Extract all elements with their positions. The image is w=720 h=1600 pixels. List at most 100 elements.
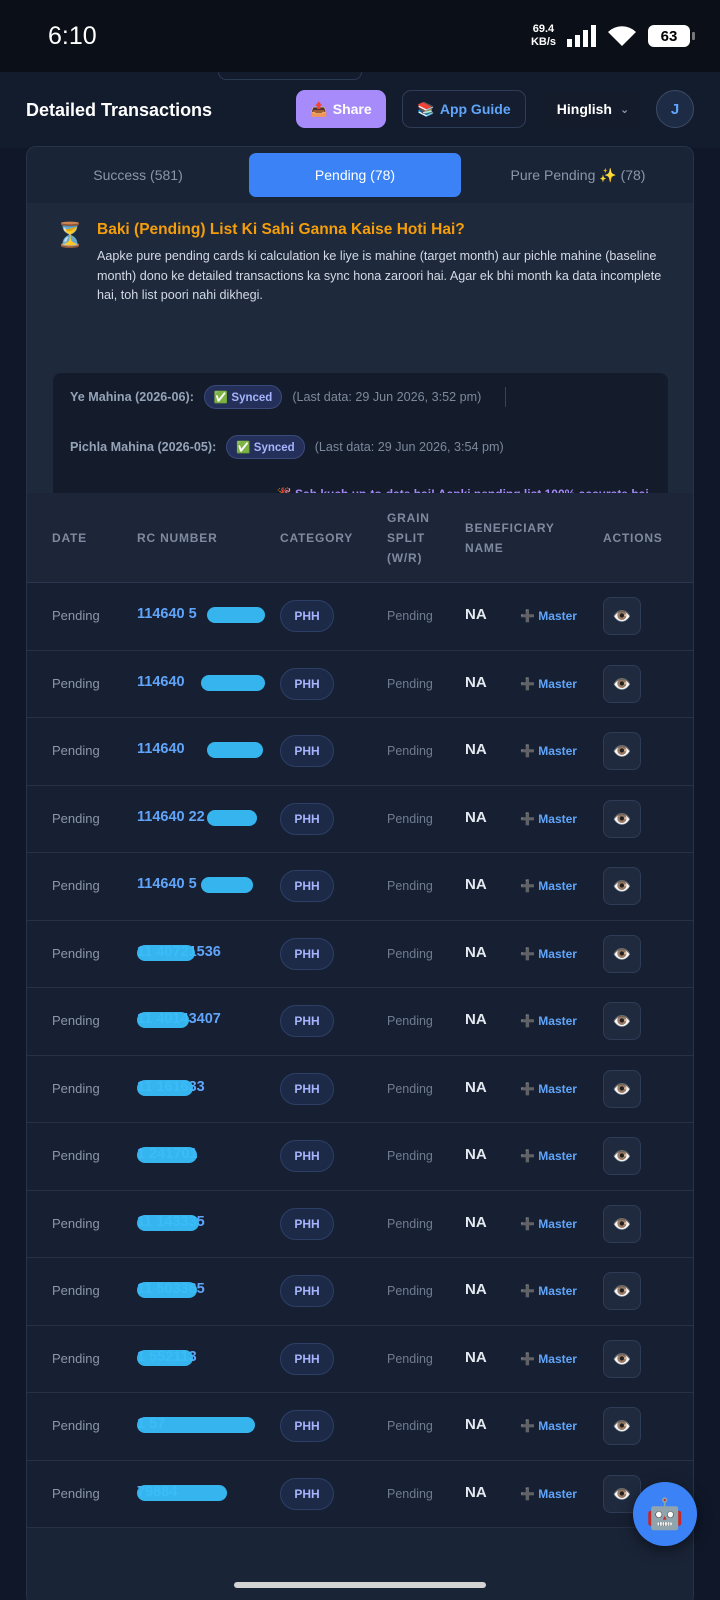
eye-icon[interactable]: 👁️ [603, 1272, 641, 1310]
rc-number-link[interactable]: 114640 5 [137, 606, 197, 622]
eye-icon[interactable]: 👁️ [603, 799, 641, 838]
category-badge: PHH [280, 937, 334, 970]
add-master-button[interactable]: ➕ Master [520, 879, 577, 893]
eye-icon[interactable]: 👁️ [603, 1137, 641, 1175]
add-master-button[interactable]: ➕ Master [520, 1419, 577, 1433]
eye-icon[interactable]: 👁️ [603, 1069, 641, 1108]
add-master-button[interactable]: ➕ Master [520, 1217, 577, 1231]
th-category: CATEGORY [280, 531, 354, 545]
sync-row-previous: Pichla Mahina (2026-05): ✅ Synced (Last … [70, 435, 504, 459]
tab-pure-pending[interactable]: Pure Pending ✨ (78) [461, 153, 693, 197]
net-speed-unit: KB/s [530, 36, 556, 48]
eye-icon[interactable]: 👁️ [603, 1339, 641, 1378]
eye-icon[interactable]: 👁️ [603, 1407, 641, 1445]
cell-grain-split: Pending [387, 1419, 433, 1433]
eye-icon[interactable]: 👁️ [603, 934, 641, 973]
eye-icon[interactable]: 👁️ [603, 664, 641, 703]
cell-grain-split: Pending [387, 1014, 433, 1028]
cell-grain-split: Pending [387, 1486, 433, 1501]
tab-bar: Success (581) Pending (78) Pure Pending … [27, 147, 693, 201]
category-badge: PHH [280, 1005, 334, 1037]
cell-grain-split: Pending [387, 879, 433, 893]
redaction-mark [137, 1079, 193, 1096]
eye-icon[interactable]: 👁️ [603, 1002, 641, 1040]
table-row: Pending11 143335PHHPendingNA➕ Master👁️ [27, 1190, 693, 1258]
cell-beneficiary-name: NA [465, 1078, 487, 1096]
eye-icon[interactable]: 👁️ [603, 867, 641, 905]
last-data-previous: (Last data: 29 Jun 2026, 3:54 pm) [314, 440, 504, 454]
th-grain-3: (W/R) [387, 551, 423, 565]
rc-number-link[interactable]: 114640 22 [137, 809, 205, 825]
table-row: Pending 79884PHHPendingNA➕ Master👁️ [27, 1460, 693, 1528]
page-title: Detailed Transactions [26, 99, 213, 120]
cell-beneficiary-name: NA [465, 673, 487, 691]
books-icon: 📚 [417, 100, 435, 117]
table-row: Pending1 241701PHHPendingNA➕ Master👁️ [27, 1123, 693, 1191]
redaction-mark [207, 809, 257, 826]
cell-grain-split: Pending [387, 744, 433, 758]
rc-number-link[interactable]: 114640 [137, 741, 185, 757]
add-master-button[interactable]: ➕ Master [520, 1082, 577, 1096]
eye-icon[interactable]: 👁️ [603, 732, 641, 770]
cell-date: Pending [52, 743, 100, 758]
eye-icon[interactable]: 👁️ [603, 1204, 641, 1243]
category-badge: PHH [280, 1140, 334, 1172]
cell-date: Pending [52, 1485, 100, 1501]
cell-beneficiary-name: NA [465, 1146, 487, 1163]
share-button[interactable]: 📤 Share [296, 90, 386, 128]
transactions-card: Success (581) Pending (78) Pure Pending … [26, 146, 694, 1600]
add-master-button[interactable]: ➕ Master [520, 1149, 577, 1163]
add-master-button[interactable]: ➕ Master [520, 1487, 577, 1501]
app-header: Detailed Transactions 📤 Share 📚 App Guid… [0, 72, 720, 148]
sync-label-current: Ye Mahina (2026-06): [70, 390, 194, 404]
divider [505, 387, 507, 407]
rc-number-link[interactable]: 114640 5 [137, 876, 197, 892]
cell-beneficiary-name: NA [465, 606, 487, 623]
share-label: Share [332, 101, 372, 117]
table-row: Pending1 57PHHPendingNA➕ Master👁️ [27, 1393, 693, 1461]
table-row: Pending11 503365PHHPendingNA➕ Master👁️ [27, 1258, 693, 1326]
sync-row-current: Ye Mahina (2026-06): ✅ Synced (Last data… [70, 385, 507, 409]
th-date: DATE [52, 531, 87, 545]
add-master-button[interactable]: ➕ Master [520, 812, 577, 826]
eye-icon[interactable]: 👁️ [603, 597, 641, 635]
add-master-button[interactable]: ➕ Master [520, 677, 577, 691]
language-select[interactable]: Hinglish ⌄ [545, 92, 641, 126]
hourglass-icon: ⏳ [55, 222, 85, 249]
add-master-button[interactable]: ➕ Master [520, 947, 577, 961]
add-master-button[interactable]: ➕ Master [520, 1014, 577, 1028]
cell-date: Pending [52, 608, 100, 623]
tab-pending[interactable]: Pending (78) [249, 153, 461, 197]
category-badge: PHH [280, 1477, 334, 1510]
th-grain-2: SPLIT [387, 531, 426, 545]
robot-icon[interactable]: 🤖 [633, 1482, 697, 1546]
sync-label-previous: Pichla Mahina (2026-05): [70, 440, 217, 454]
rc-number-link[interactable]: 114640 [137, 674, 185, 690]
cell-beneficiary-name: NA [465, 808, 487, 826]
cell-date: Pending [52, 1013, 100, 1028]
category-badge: PHH [280, 600, 334, 632]
add-master-button[interactable]: ➕ Master [520, 1284, 577, 1298]
table-row: Pending 114640 22 PHH Pending NA ➕ Master 👁️ [27, 785, 693, 853]
status-badge: ✅ Synced [203, 385, 283, 409]
add-master-button[interactable]: ➕ Master [520, 744, 577, 758]
table-row: Pending11 161633PHHPendingNA➕ Master👁️ [27, 1055, 693, 1123]
cell-beneficiary-name: NA [465, 1483, 487, 1501]
cell-date: Pending [52, 1350, 100, 1366]
category-badge: PHH [280, 667, 334, 700]
add-master-button[interactable]: ➕ Master [520, 609, 577, 623]
wifi-icon [608, 26, 636, 46]
cell-date: Pending [52, 1215, 100, 1231]
redaction-mark [137, 1349, 193, 1366]
category-badge: PHH [280, 870, 334, 902]
table-row: Pending11 40721536PHHPendingNA➕ Master👁️ [27, 920, 693, 988]
cell-beneficiary-name: NA [465, 1281, 487, 1298]
app-guide-button[interactable]: 📚 App Guide [402, 90, 526, 128]
cell-grain-split: Pending [387, 1216, 433, 1231]
avatar[interactable]: J [656, 90, 694, 128]
info-title: Baki (Pending) List Ki Sahi Ganna Kaise … [97, 221, 465, 238]
tab-success[interactable]: Success (581) [27, 153, 249, 197]
add-master-button[interactable]: ➕ Master [520, 1352, 577, 1366]
cell-beneficiary-name: NA [465, 1348, 487, 1366]
table-body: Pending 114640 5 PHH Pending NA ➕ Master 👁️ Pen… [27, 583, 693, 1528]
